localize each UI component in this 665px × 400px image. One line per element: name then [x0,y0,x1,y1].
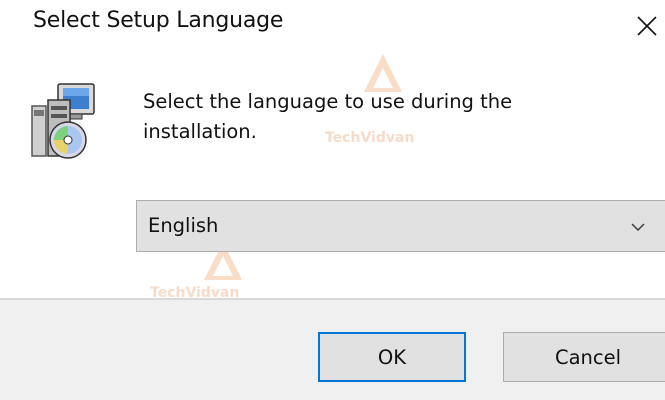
title-bar: Select Setup Language [0,0,665,52]
setup-language-dialog: Select Setup Language TechVidvan Select … [0,0,665,400]
cancel-button[interactable]: Cancel [503,332,665,382]
dialog-footer: OK Cancel [0,298,665,400]
window-title: Select Setup Language [33,8,284,33]
chevron-down-icon [631,223,645,231]
setup-installer-icon [31,83,95,159]
language-select-value: English [148,214,219,237]
language-select[interactable]: English [136,200,665,252]
ok-button[interactable]: OK [318,332,466,382]
close-x-icon [637,16,657,36]
close-button[interactable] [631,2,665,48]
instruction-text: Select the language to use during the in… [143,90,513,143]
